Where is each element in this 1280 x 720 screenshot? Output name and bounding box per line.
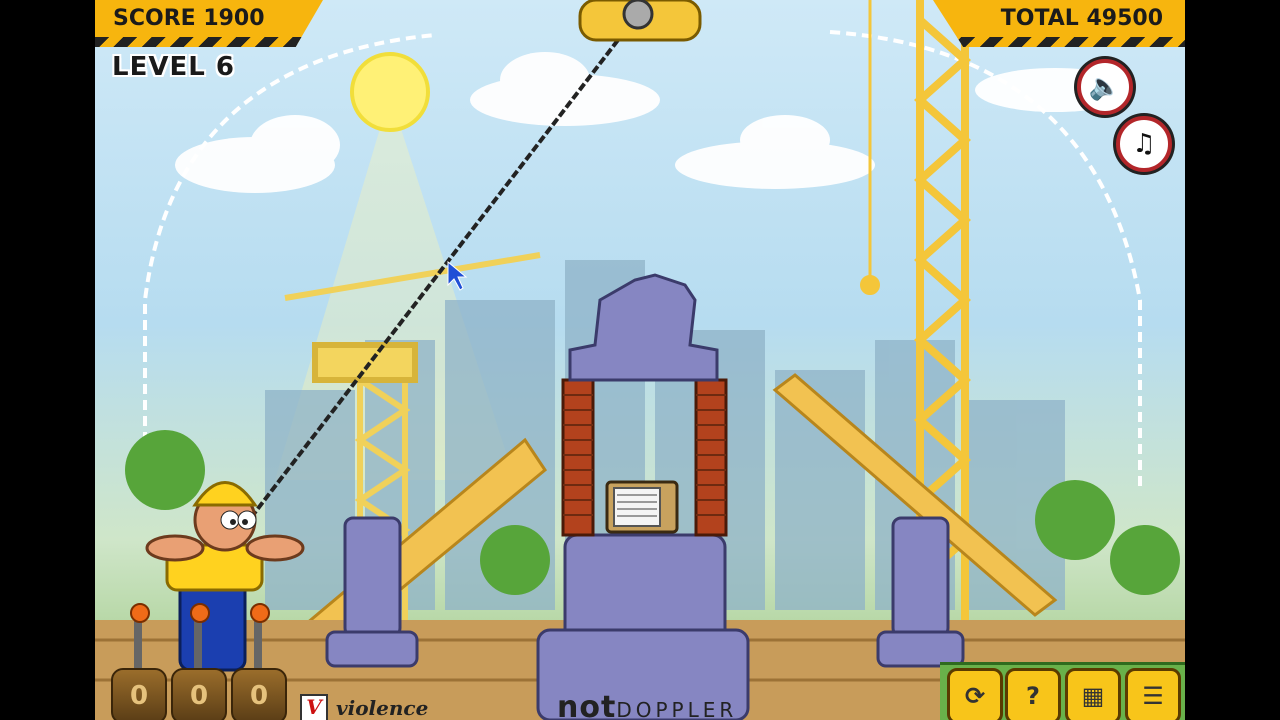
- help-icon: ?: [1026, 682, 1040, 710]
- grid-icon: ▦: [1081, 682, 1105, 710]
- list-icon: ☰: [1142, 682, 1164, 710]
- ammo-counter: 0: [231, 668, 287, 720]
- brand-not: not: [557, 690, 617, 720]
- game-stage[interactable]: SCORE 1900 TOTAL 49500 LEVEL 6 🔈 ♫ 0 0 0…: [95, 0, 1185, 720]
- level-label: LEVEL 6: [112, 52, 235, 82]
- brick-column-right: [694, 378, 728, 537]
- hazard-stripe: [95, 37, 323, 47]
- brick-column-left: [561, 378, 595, 537]
- sound-toggle-button[interactable]: 🔈: [1077, 59, 1133, 115]
- music-note-icon: ♫: [1132, 129, 1156, 159]
- help-button[interactable]: ?: [1005, 668, 1061, 720]
- lever-knob: [130, 603, 150, 623]
- brand-doppler: DOPPLER: [616, 698, 738, 720]
- lever-knob: [190, 603, 210, 623]
- score-label: SCORE 1900: [113, 5, 265, 31]
- total-panel: TOTAL 49500: [933, 0, 1185, 47]
- level-select-button[interactable]: ▦: [1065, 668, 1121, 720]
- violence-toggle[interactable]: V violence: [300, 694, 428, 720]
- restart-icon: ⟳: [964, 682, 986, 710]
- ammo-counter: 0: [111, 668, 167, 720]
- score-panel: SCORE 1900: [95, 0, 323, 47]
- restart-button[interactable]: ⟳: [947, 668, 1003, 720]
- lever-knob: [250, 603, 270, 623]
- ammo-counter: 0: [171, 668, 227, 720]
- speaker-icon: 🔈: [1088, 72, 1122, 102]
- total-label: TOTAL 49500: [1000, 5, 1163, 31]
- menu-button[interactable]: ☰: [1125, 668, 1181, 720]
- pulley: [578, 0, 702, 42]
- notdoppler-logo[interactable]: notDOPPLER: [557, 690, 737, 720]
- violence-label: violence: [336, 696, 429, 720]
- tv-target: [605, 480, 679, 534]
- violence-checkbox[interactable]: V: [300, 694, 328, 720]
- music-toggle-button[interactable]: ♫: [1116, 116, 1172, 172]
- hazard-stripe: [933, 37, 1185, 47]
